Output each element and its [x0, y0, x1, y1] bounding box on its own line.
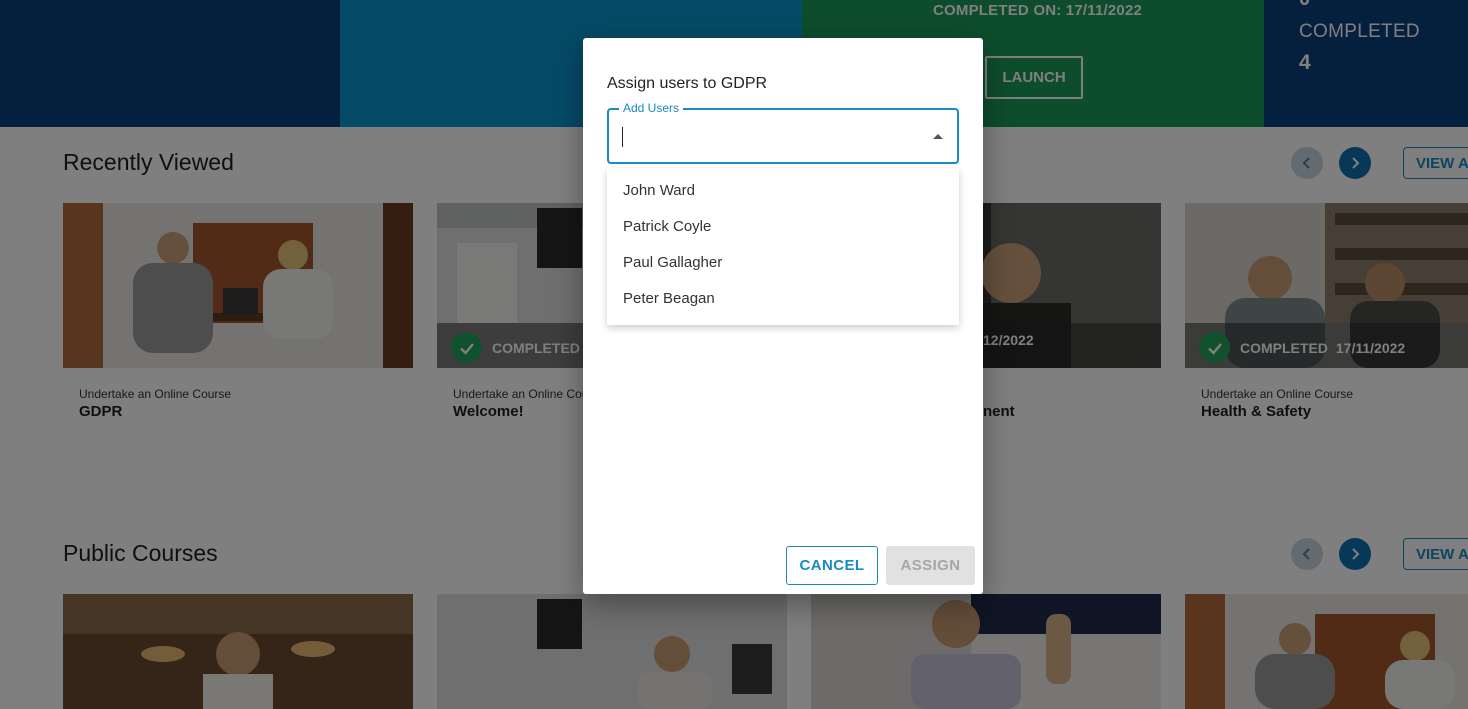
dialog-title: Assign users to GDPR [607, 75, 768, 92]
user-options-menu: John Ward Patrick Coyle Paul Gallagher P… [607, 168, 959, 325]
cancel-button[interactable]: CANCEL [786, 546, 878, 585]
dropdown-arrow-icon[interactable] [933, 134, 943, 139]
user-option[interactable]: Patrick Coyle [607, 208, 959, 244]
assign-button[interactable]: ASSIGN [886, 546, 975, 585]
add-users-input[interactable] [621, 124, 911, 148]
text-cursor [622, 127, 623, 147]
user-option[interactable]: Paul Gallagher [607, 244, 959, 280]
user-option[interactable]: Peter Beagan [607, 280, 959, 316]
add-users-label: Add Users [619, 101, 684, 115]
user-option[interactable]: John Ward [607, 172, 959, 208]
assign-users-dialog: Assign users to GDPR Add Users John Ward… [583, 38, 983, 594]
add-users-autocomplete[interactable]: Add Users [607, 101, 959, 164]
